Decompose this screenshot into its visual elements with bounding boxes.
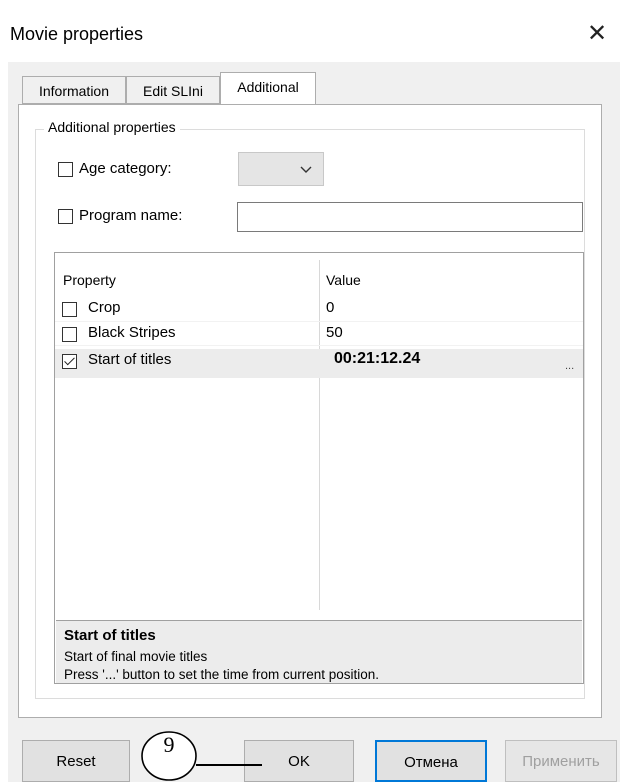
group-legend: Additional properties [44,119,180,135]
tab-edit-slini[interactable]: Edit SLIni [126,76,220,104]
apply-button[interactable]: Применить [505,740,617,782]
ok-button[interactable]: OK [244,740,354,782]
grid-header-value: Value [326,272,361,288]
age-category-label: Age category: [79,160,172,177]
description-line: Press '...' button to set the time from … [64,667,380,682]
age-category-checkbox[interactable] [58,162,73,177]
table-row-value[interactable]: 50 [326,324,343,341]
description-line: Start of final movie titles [64,649,208,664]
grid-row-divider [55,321,583,322]
description-pane: Start of titles Start of final movie tit… [56,620,582,683]
program-name-label: Program name: [79,207,183,224]
table-row-value[interactable]: 0 [326,299,334,316]
window-title: Movie properties [10,24,144,44]
grid-column-separator [319,260,320,610]
close-icon[interactable]: ✕ [574,14,620,54]
title-bar: Movie properties ✕ [0,0,620,62]
table-row-property: Start of titles [88,351,172,368]
start-of-titles-checkbox[interactable] [62,354,77,369]
grid-header-property: Property [63,272,116,288]
reset-button[interactable]: Reset [22,740,130,782]
black-stripes-checkbox[interactable] [62,327,77,342]
set-time-button[interactable]: ... [565,360,574,372]
age-category-combobox[interactable] [238,152,324,186]
description-title: Start of titles [64,627,156,644]
cancel-button[interactable]: Отмена [375,740,487,782]
chevron-down-icon [299,159,313,182]
tab-information[interactable]: Information [22,76,126,104]
tab-additional[interactable]: Additional [220,72,316,106]
table-row-property: Crop [88,299,121,316]
table-row-property: Black Stripes [88,324,176,341]
callout-number: 9 [163,732,175,757]
callout-line [196,764,262,766]
program-name-checkbox[interactable] [58,209,73,224]
program-name-input[interactable] [237,202,583,232]
table-row-value[interactable]: 00:21:12.24 [334,350,420,368]
crop-checkbox[interactable] [62,302,77,317]
grid-row-divider [55,345,583,346]
